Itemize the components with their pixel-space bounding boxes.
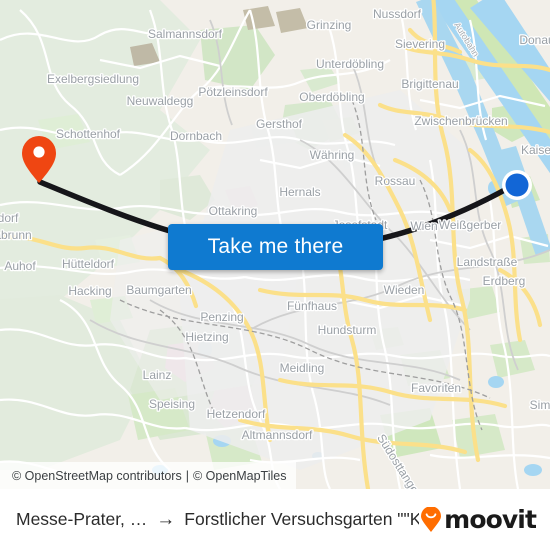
take-me-there-button[interactable]: Take me there xyxy=(168,224,383,270)
map-label: Nussdorf xyxy=(373,7,422,21)
map-label: Weißgerber xyxy=(439,218,501,232)
map-label: Altmannsdorf xyxy=(242,428,313,442)
footer-bar: Messe-Prater, … → Forstlicher Versuchsga… xyxy=(0,489,550,550)
map-label: Dornbach xyxy=(170,129,222,143)
moovit-logo[interactable]: moovit xyxy=(419,505,542,534)
moovit-pin-icon xyxy=(421,506,442,532)
map-label: Währing xyxy=(310,148,355,162)
map-attribution: © OpenStreetMap contributors | © OpenMap… xyxy=(0,462,297,489)
map-label: Exelbergsiedlung xyxy=(47,72,139,86)
map-label: Unterdöbling xyxy=(316,57,384,71)
map-label: Wieden xyxy=(384,283,425,297)
map-label: Brigittenau xyxy=(401,77,458,91)
map-label: Favoriten xyxy=(411,381,461,395)
map-label: abrunn xyxy=(0,228,32,242)
attribution-separator: | xyxy=(185,468,189,483)
map-label: Hundsturm xyxy=(318,323,377,337)
trip-origin-label: Messe-Prater, … xyxy=(16,509,148,529)
trip-summary: Messe-Prater, … → Forstlicher Versuchsga… xyxy=(16,509,419,530)
map-label: Schottenhof xyxy=(56,127,121,141)
map-label: Zwischenbrücken xyxy=(414,114,507,128)
map-label: Grinzing xyxy=(307,18,352,32)
moovit-wordmark: moovit xyxy=(444,505,537,534)
map-label: Hacking xyxy=(68,284,111,298)
map-label: Fünfhaus xyxy=(287,299,337,313)
map-label: Hetzendorf xyxy=(207,407,266,421)
map-label: Penzing xyxy=(200,310,243,324)
map-label: Ottakring xyxy=(209,204,258,218)
map-label: Oberdöbling xyxy=(299,90,364,104)
map-label: Hernals xyxy=(279,185,320,199)
map-label: Sim xyxy=(530,398,550,412)
moovit-trip-screen: Salmannsdorf Grinzing Nussdorf Sievering Aut… xyxy=(0,0,550,550)
attribution-osm[interactable]: © OpenStreetMap contributors xyxy=(12,469,182,483)
map-label: Speising xyxy=(149,397,195,411)
trip-destination-label: Forstlicher Versuchsgarten ""Knö… xyxy=(184,509,420,529)
map-label: Pötzleinsdorf xyxy=(198,85,268,99)
map-label: Hütteldorf xyxy=(62,257,115,271)
map-label: Gersthof xyxy=(256,117,303,131)
map-label: Kaiser xyxy=(521,143,550,157)
map-label: Lainz xyxy=(143,368,172,382)
attribution-tiles[interactable]: © OpenMapTiles xyxy=(193,469,287,483)
map-label: Meidling xyxy=(280,361,325,375)
map-label: Sievering xyxy=(395,37,445,51)
map-label: Auhof xyxy=(4,259,36,273)
map-label: dorf xyxy=(0,211,19,225)
map-label: Baumgarten xyxy=(126,283,191,297)
map-label: Hietzing xyxy=(185,330,228,344)
map-label: Salmannsdorf xyxy=(148,27,223,41)
map-label: Rossau xyxy=(375,174,416,188)
map-label: Landstraße xyxy=(457,255,518,269)
map-label: Erdberg xyxy=(483,274,526,288)
map-label: Wien xyxy=(410,219,437,233)
map-label: Neuwaldegg xyxy=(127,94,194,108)
map-label: Donau xyxy=(519,33,550,47)
destination-marker[interactable] xyxy=(502,170,532,200)
arrow-right-icon: → xyxy=(156,509,176,530)
